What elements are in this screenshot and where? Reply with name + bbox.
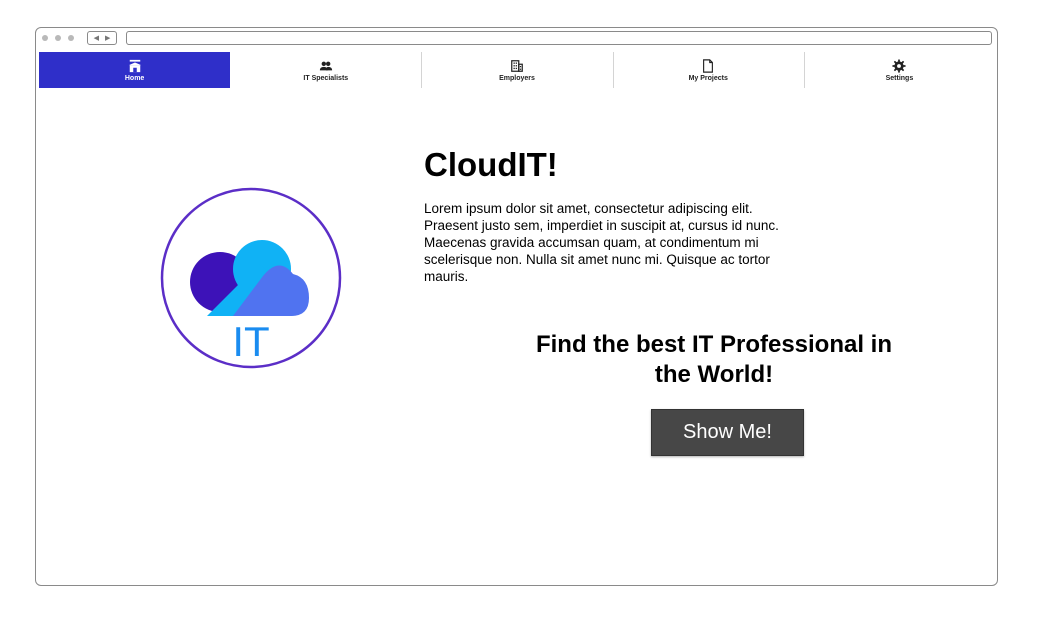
window-control-dot[interactable] <box>68 35 74 41</box>
back-forward-buttons[interactable]: ◀ ▶ <box>87 31 117 45</box>
window-control-dot[interactable] <box>42 35 48 41</box>
nav-tab-label: Settings <box>885 74 914 82</box>
cloudit-logo: IT <box>160 187 342 369</box>
hero-description: Lorem ipsum dolor sit amet, consectetur … <box>424 201 779 284</box>
nav-tab-label: My Projects <box>688 74 728 82</box>
hero-headline: Find the best IT Professional in the Wor… <box>535 331 893 388</box>
document-icon <box>703 58 714 73</box>
back-arrow-icon[interactable]: ◀ <box>94 34 99 42</box>
nav-tab-employers[interactable]: Employers <box>421 52 612 88</box>
nav-tab-label: Home <box>124 74 145 82</box>
address-bar[interactable] <box>126 31 992 45</box>
browser-window: ◀ ▶ Home IT Specialists Employers My Pro… <box>35 27 998 586</box>
people-icon <box>319 61 332 70</box>
forward-arrow-icon[interactable]: ▶ <box>105 34 110 42</box>
browser-chrome: ◀ ▶ <box>36 28 997 50</box>
main-nav: Home IT Specialists Employers My Project… <box>39 52 995 88</box>
show-me-button[interactable]: Show Me! <box>651 409 804 456</box>
nav-tab-settings[interactable]: Settings <box>803 52 995 88</box>
nav-tab-my-projects[interactable]: My Projects <box>612 52 804 88</box>
home-icon <box>128 59 141 72</box>
page-title: CloudIT! <box>424 146 558 183</box>
nav-tab-label: Employers <box>499 74 535 82</box>
nav-tab-home[interactable]: Home <box>39 52 231 88</box>
nav-tab-it-specialists[interactable]: IT Specialists <box>230 52 421 88</box>
building-icon <box>511 59 523 72</box>
nav-tab-label: IT Specialists <box>303 74 349 82</box>
logo-text: IT <box>232 318 269 365</box>
gear-icon <box>892 58 906 73</box>
window-control-dot[interactable] <box>55 35 61 41</box>
